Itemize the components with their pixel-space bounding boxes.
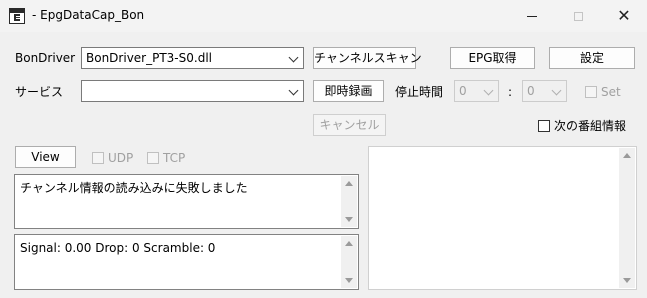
app-icon (9, 8, 25, 24)
record-now-button[interactable]: 即時録画 (313, 80, 384, 102)
chevron-down-icon (483, 85, 494, 96)
checkbox-icon (147, 152, 159, 164)
minimize-icon (527, 15, 537, 17)
view-button[interactable]: View (15, 146, 76, 168)
bondriver-label: BonDriver (15, 51, 76, 65)
log-textbox[interactable]: チャンネル情報の読み込みに失敗しました (14, 174, 359, 229)
maximize-button (555, 0, 601, 32)
cancel-button[interactable]: キャンセル (313, 114, 386, 136)
scroll-up-icon[interactable] (623, 153, 631, 158)
set-checkbox-label: Set (601, 85, 621, 99)
checkbox-icon (585, 86, 597, 98)
status-text: Signal: 0.00 Drop: 0 Scramble: 0 (20, 241, 216, 255)
set-checkbox[interactable]: Set (585, 82, 621, 102)
bondriver-select[interactable]: BonDriver_PT3-S0.dll (81, 47, 304, 69)
tcp-checkbox[interactable]: TCP (147, 148, 185, 168)
tcp-label: TCP (163, 151, 186, 165)
service-select[interactable] (81, 80, 304, 102)
service-label: サービス (15, 85, 64, 99)
chevron-down-icon (551, 85, 562, 96)
program-info-scrollbar[interactable] (619, 148, 635, 288)
scroll-up-icon[interactable] (345, 181, 353, 186)
minimize-button[interactable] (509, 0, 555, 32)
settings-button[interactable]: 設定 (549, 47, 635, 69)
log-scrollbar[interactable] (341, 176, 357, 227)
checkbox-icon (538, 120, 550, 132)
stop-minute-value: 0 (527, 84, 535, 98)
log-message: チャンネル情報の読み込みに失敗しました (20, 181, 248, 195)
time-separator: : (508, 85, 513, 99)
program-info-panel[interactable] (368, 146, 637, 290)
stop-minute-select[interactable]: 0 (522, 80, 567, 102)
udp-checkbox[interactable]: UDP (92, 148, 133, 168)
close-icon: ✕ (617, 6, 631, 25)
next-program-checkbox[interactable]: 次の番組情報 (538, 116, 626, 136)
scroll-up-icon[interactable] (345, 241, 353, 246)
scroll-down-icon[interactable] (623, 278, 631, 283)
stop-hour-select[interactable]: 0 (454, 80, 499, 102)
chevron-down-icon (288, 52, 299, 63)
stop-time-label: 停止時間 (395, 85, 444, 99)
status-textbox[interactable]: Signal: 0.00 Drop: 0 Scramble: 0 (14, 234, 359, 290)
scroll-down-icon[interactable] (345, 217, 353, 222)
udp-label: UDP (108, 151, 134, 165)
status-scrollbar[interactable] (341, 236, 357, 288)
channel-scan-button[interactable]: チャンネルスキャン (313, 47, 422, 69)
epg-acquire-button[interactable]: EPG取得 (450, 47, 535, 69)
maximize-icon (573, 11, 583, 21)
scroll-down-icon[interactable] (345, 278, 353, 283)
close-button[interactable]: ✕ (601, 0, 647, 32)
window-title: - EpgDataCap_Bon (32, 8, 145, 22)
stop-hour-value: 0 (459, 84, 467, 98)
chevron-down-icon (288, 85, 299, 96)
checkbox-icon (92, 152, 104, 164)
next-program-label: 次の番組情報 (554, 119, 627, 133)
bondriver-select-value: BonDriver_PT3-S0.dll (86, 51, 212, 65)
